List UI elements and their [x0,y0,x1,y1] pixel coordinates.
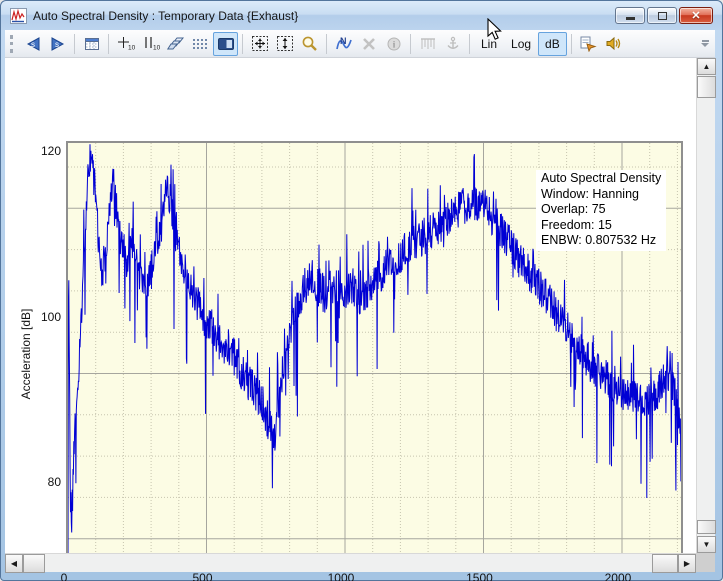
arrow-up-icon: ▲ [703,63,711,71]
toolbar-grip[interactable] [10,35,15,53]
scroll-right-button[interactable]: ▶ [678,554,696,573]
delete-curve-button [356,32,381,56]
toolbar-separator [74,34,75,54]
prev-signal-icon: s [24,36,42,52]
curve-info-button: i [381,32,406,56]
scroll-up-button[interactable]: ▲ [697,58,716,75]
minimize-icon [626,17,635,20]
anchor-marker-button [440,32,465,56]
zoom-magnifier-icon [301,35,319,52]
datasheet-button[interactable] [79,32,104,56]
horizontal-scroll-track[interactable] [45,554,652,572]
annotation-enbw: ENBW: 0.807532 Hz [541,233,661,249]
toolbar-overflow-icon [702,40,709,42]
svg-text:s: s [55,40,59,49]
chart-client-area: 120 100 80 0 500 1000 1500 2000 Frequenc… [5,58,696,553]
lin-scale-button[interactable]: Lin [474,32,504,56]
vertical-scrollbar[interactable]: ▲ ▼ [696,58,715,553]
toolbar-separator [242,34,243,54]
scroll-left-button[interactable]: ◀ [5,554,23,573]
analysis-annotation: Auto Spectral Density Window: Hanning Ov… [536,170,666,251]
curve-fit-button[interactable]: N [331,32,356,56]
x-tick-label: 2000 [596,571,640,581]
harmonic-cursor-button[interactable]: 10 [138,32,163,56]
split-panel-icon [217,36,235,52]
toolbar-separator [108,34,109,54]
toolbar: s s [5,30,715,58]
scrollbar-corner [696,553,715,572]
prev-signal-button[interactable]: s [20,32,45,56]
y-tick-label: 80 [15,475,61,489]
toolbar-separator [410,34,411,54]
y-axis-label: Acceleration [dB] [19,309,33,400]
log-scale-button[interactable]: Log [504,32,538,56]
zoom-fit-vertical-icon [276,35,294,52]
vertical-scroll-thumb[interactable] [697,76,716,98]
arrow-down-icon: ▼ [703,541,711,549]
window-controls: ✕ [615,7,713,24]
comb-markers-button [415,32,440,56]
export-button[interactable] [576,32,601,56]
audio-replay-icon [604,35,622,52]
harmonic-cursor-icon: 10 [142,36,160,52]
scroll-down-button[interactable]: ▼ [697,536,716,553]
restore-button[interactable] [647,7,677,24]
curve-fit-icon: N [335,36,353,52]
dotted-display-button[interactable] [188,32,213,56]
x-tick-label: 1500 [457,571,501,581]
horizontal-scrollbar[interactable]: ◀ ▶ [5,553,696,572]
app-icon [10,8,27,24]
zoom-magnifier-button[interactable] [297,32,322,56]
arrow-right-icon: ▶ [684,560,690,568]
db-scale-button[interactable]: dB [538,32,567,56]
toolbar-separator [571,34,572,54]
curve-info-icon: i [386,36,402,52]
audio-replay-button[interactable] [601,32,626,56]
x-tick-label: 0 [42,571,86,581]
next-signal-button[interactable]: s [45,32,70,56]
zoom-fit-horizontal-icon [251,35,269,52]
close-button[interactable]: ✕ [679,7,713,24]
svg-text:10: 10 [128,44,135,51]
comb-markers-icon [419,36,437,52]
zoom-fit-horizontal-button[interactable] [247,32,272,56]
x-tick-label: 1000 [319,571,363,581]
window-title: Auto Spectral Density : Temporary Data {… [33,9,298,23]
datasheet-icon [84,36,100,52]
svg-text:N: N [340,36,347,46]
svg-text:10: 10 [153,44,160,51]
vertical-scroll-page-button[interactable] [697,520,716,534]
annotation-title: Auto Spectral Density [541,171,661,187]
zoom-fit-vertical-button[interactable] [272,32,297,56]
overlay-curves-button[interactable] [163,32,188,56]
split-panel-button[interactable] [213,32,238,56]
y-tick-label: 120 [15,144,61,158]
anchor-marker-icon [445,36,461,52]
dotted-display-icon [192,36,210,52]
window-frame: Auto Spectral Density : Temporary Data {… [0,0,723,581]
svg-text:s: s [31,40,35,49]
annotation-window: Window: Hanning [541,187,661,203]
delete-curve-icon [361,36,377,52]
arrow-left-icon: ◀ [11,560,17,568]
toolbar-separator [469,34,470,54]
annotation-overlap: Overlap: 75 [541,202,661,218]
horizontal-scroll-thumb[interactable] [23,554,45,573]
toolbar-overflow-button[interactable] [701,40,709,47]
title-bar[interactable]: Auto Spectral Density : Temporary Data {… [1,1,722,30]
export-icon [579,35,597,52]
annotation-freedom: Freedom: 15 [541,218,661,234]
close-icon: ✕ [691,9,700,22]
toolbar-separator [326,34,327,54]
x-tick-label: 500 [180,571,224,581]
cursor-values-icon: 10 [117,36,135,52]
minimize-button[interactable] [615,7,645,24]
app-window-page: Auto Spectral Density : Temporary Data {… [0,0,723,581]
restore-icon [658,12,667,20]
horizontal-scroll-page-button[interactable] [652,554,678,573]
cursor-values-button[interactable]: 10 [113,32,138,56]
overlay-curves-icon [167,36,185,52]
next-signal-icon: s [49,36,67,52]
